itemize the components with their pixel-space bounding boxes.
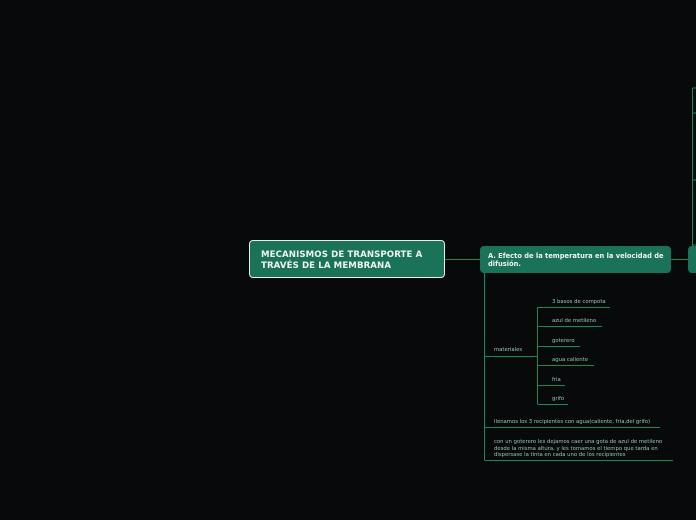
material-item[interactable]: azul de metileno (552, 318, 596, 325)
material-item[interactable]: goterero (552, 338, 575, 345)
topic-node-offscreen[interactable] (688, 246, 696, 273)
topic-node-temperatura[interactable]: A. Efecto de la temperatura en la veloci… (480, 246, 671, 273)
subtopic-materiales[interactable]: materiales (494, 347, 522, 354)
subtopic-step-1[interactable]: llenamos los 3 recipientes con agua(cali… (494, 419, 650, 426)
material-item[interactable]: fria (552, 377, 561, 384)
root-node[interactable]: MECANISMOS DE TRANSPORTE A TRAVÉS DE LA … (249, 240, 445, 278)
material-item[interactable]: agua caliente (552, 357, 588, 364)
root-label: MECANISMOS DE TRANSPORTE A TRAVÉS DE LA … (261, 250, 423, 271)
subtopic-step-2[interactable]: con un goterero les dejamos caer una got… (494, 439, 672, 459)
topic-label: A. Efecto de la temperatura en la veloci… (488, 252, 664, 269)
material-item[interactable]: grifo (552, 396, 564, 403)
mindmap-canvas: MECANISMOS DE TRANSPORTE A TRAVÉS DE LA … (0, 0, 696, 520)
material-item[interactable]: 3 basos de compota (552, 299, 606, 306)
